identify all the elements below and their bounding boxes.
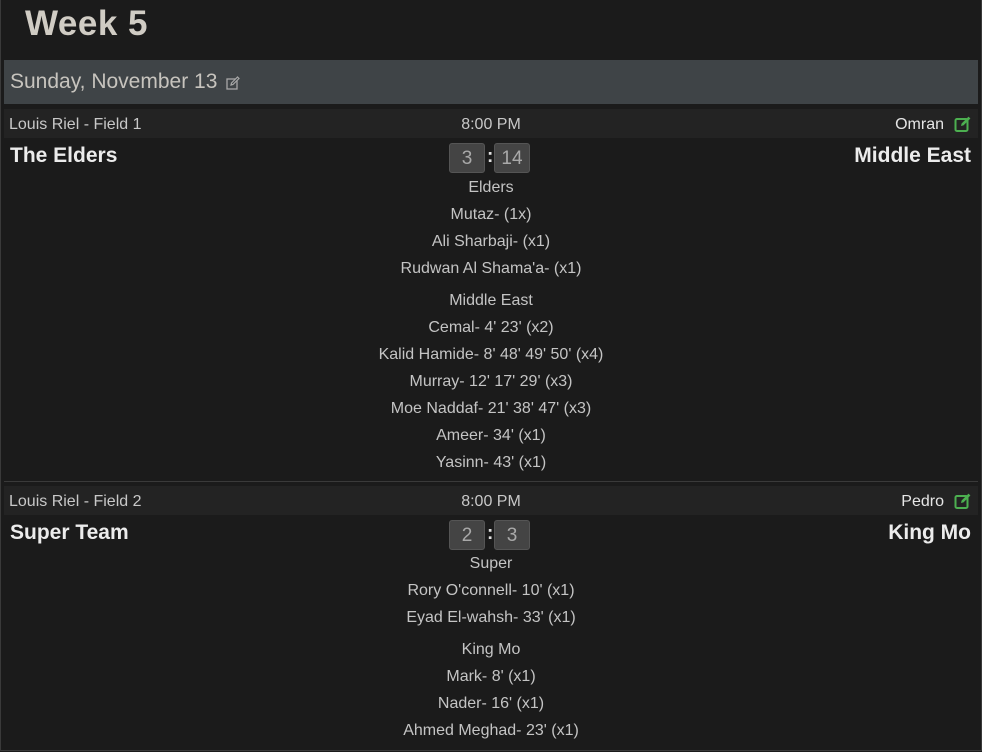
away-score: 3: [494, 520, 530, 550]
match-time: 8:00 PM: [461, 116, 521, 133]
home-team-name: Super Team: [10, 521, 129, 544]
home-score: 2: [449, 520, 485, 550]
scorers-list: Super Rory O'connell- 10' (x1) Eyad El-w…: [4, 550, 978, 744]
referee-name: Pedro: [901, 493, 944, 510]
scorer-line: Cemal- 4' 23' (x2): [428, 319, 554, 336]
scorer-line: Rudwan Al Shama'a- (x1): [400, 260, 582, 277]
home-team-name: The Elders: [10, 144, 118, 167]
date-label: Sunday, November 13: [10, 70, 218, 93]
away-team-name: King Mo: [888, 521, 971, 544]
match-card: Louis Riel - Field 1 8:00 PM Omran The E…: [4, 109, 978, 475]
scorer-line: Eyad El-wahsh- 33' (x1): [406, 609, 576, 626]
edit-match-icon[interactable]: [954, 492, 972, 510]
date-header: Sunday, November 13: [4, 60, 978, 104]
away-team-name: Middle East: [854, 144, 971, 167]
match-meta-row: Louis Riel - Field 1 8:00 PM Omran: [4, 109, 978, 138]
scorer-line: Moe Naddaf- 21' 38' 47' (x3): [390, 400, 592, 417]
scorer-group-title: Super: [469, 555, 513, 572]
match-meta-row: Louis Riel - Field 2 8:00 PM Pedro: [4, 486, 978, 515]
match-divider: [4, 481, 978, 482]
scorer-group-title: King Mo: [461, 641, 521, 658]
scorer-line: Ali Sharbaji- (x1): [431, 233, 551, 250]
edit-match-icon[interactable]: [954, 115, 972, 133]
scorer-line: Ahmed Meghad- 23' (x1): [403, 722, 579, 739]
schedule-frame: Week 5 Sunday, November 13 Louis Riel - …: [0, 0, 982, 751]
scorer-line: Mutaz- (1x): [450, 206, 532, 223]
scorer-line: Murray- 12' 17' 29' (x3): [409, 373, 573, 390]
match-card: Louis Riel - Field 2 8:00 PM Pedro Super…: [4, 486, 978, 750]
week-title: Week 5: [25, 4, 148, 43]
scorer-group-title: Elders: [468, 179, 514, 196]
edit-date-icon[interactable]: [226, 76, 240, 90]
scoreboard: 2 : 3: [449, 520, 533, 552]
scorer-line: Kalid Hamide- 8' 48' 49' 50' (x4): [378, 346, 604, 363]
match-time: 8:00 PM: [461, 493, 521, 510]
scorer-line: Nader- 16' (x1): [437, 695, 545, 712]
scorer-line: Yasinn- 43' (x1): [435, 454, 547, 471]
score-separator: :: [487, 523, 494, 544]
scorer-line: Mark- 8' (x1): [446, 668, 536, 685]
away-score: 14: [494, 143, 530, 173]
referee-name: Omran: [895, 116, 944, 133]
home-score: 3: [449, 143, 485, 173]
score-separator: :: [487, 146, 494, 167]
scorers-list: Elders Mutaz- (1x) Ali Sharbaji- (x1) Ru…: [4, 174, 978, 476]
scorer-line: Ameer- 34' (x1): [436, 427, 546, 444]
scorer-line: Rory O'connell- 10' (x1): [407, 582, 575, 599]
scorer-group-title: Middle East: [449, 292, 533, 309]
scoreboard: 3 : 14: [449, 143, 533, 175]
